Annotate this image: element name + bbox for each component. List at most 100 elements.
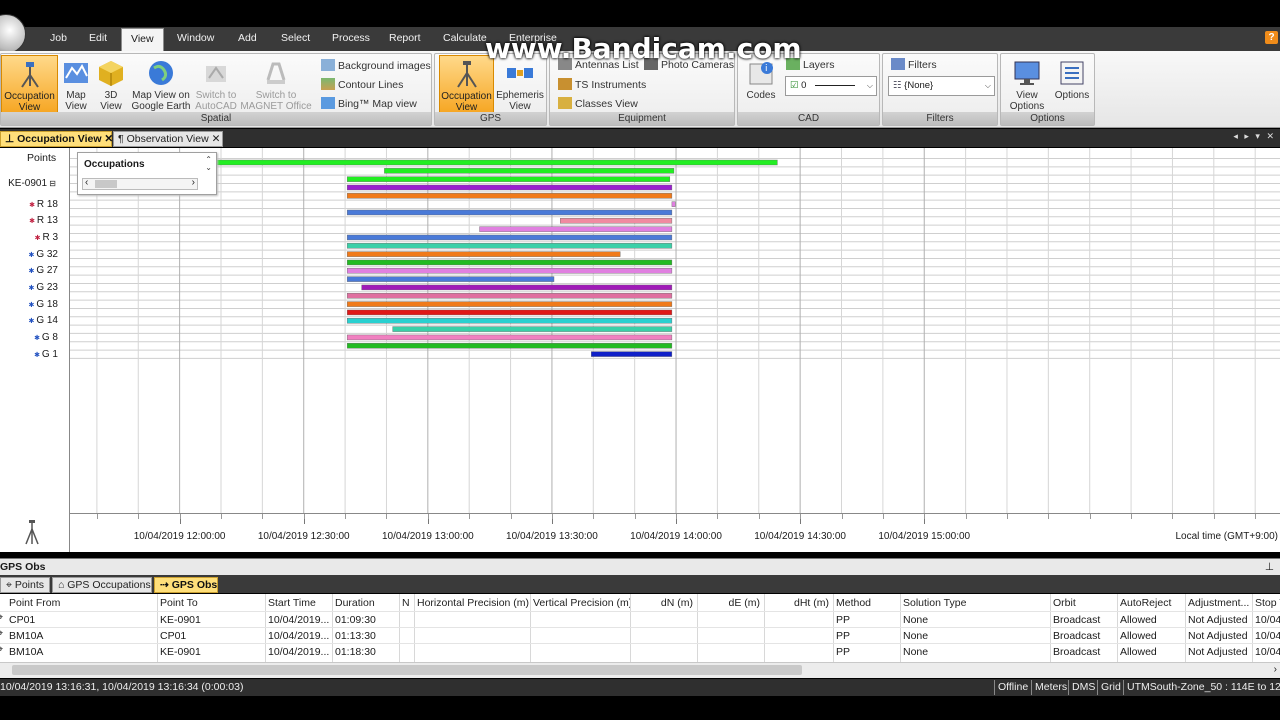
occupation-bar	[346, 259, 673, 266]
menu-job[interactable]: Job	[50, 32, 67, 44]
column-header[interactable]: dN (m)	[630, 595, 697, 611]
table-cell: 01:13:30	[335, 630, 376, 642]
layer-select[interactable]: ☑ 0 ⌵	[785, 76, 877, 96]
menu-window[interactable]: Window	[177, 32, 214, 44]
status-grid[interactable]: Grid	[1097, 680, 1121, 695]
column-header[interactable]: dE (m)	[697, 595, 764, 611]
column-header[interactable]: Method	[833, 595, 900, 611]
menu-view[interactable]: View	[121, 28, 164, 51]
bing-map-button[interactable]: Bing™ Map view	[321, 96, 417, 112]
menu-report[interactable]: Report	[389, 32, 421, 44]
background-images-button[interactable]: Background images	[321, 58, 431, 74]
chevron-right-icon[interactable]: ›	[1274, 664, 1277, 675]
menu-edit[interactable]: Edit	[89, 32, 107, 44]
ribbon-group-spatial: Occupation View Map View 3D View Map Vie…	[0, 53, 432, 126]
tab-gps-occupations[interactable]: ⌂ GPS Occupations	[52, 577, 152, 593]
filters-group-label: Filters	[883, 112, 997, 125]
menu-add[interactable]: Add	[238, 32, 257, 44]
close-icon[interactable]: ✕	[212, 133, 221, 145]
satellite-row-label[interactable]: ✱ G 14	[29, 315, 59, 326]
column-header[interactable]: Stop T	[1252, 595, 1280, 611]
collapse-icon[interactable]: ⊟	[47, 179, 56, 188]
menu-select[interactable]: Select	[281, 32, 310, 44]
occupation-chart-area	[0, 148, 1280, 513]
time-tick-label: 10/04/2019 15:00:00	[878, 531, 971, 542]
magnet-office-button[interactable]: Switch to MAGNET Office	[239, 55, 313, 114]
column-header[interactable]: Solution Type	[900, 595, 1050, 611]
autocad-button[interactable]: Switch to AutoCAD	[194, 55, 238, 114]
spatial-occupation-view-button[interactable]: Occupation View	[1, 55, 58, 114]
column-header[interactable]: AutoReject	[1117, 595, 1185, 611]
column-header[interactable]: Duration	[332, 595, 399, 611]
tab-occupation-view[interactable]: ⊥ Occupation View ✕	[0, 131, 113, 147]
menu-calculate[interactable]: Calculate	[443, 32, 487, 44]
status-angle[interactable]: DMS	[1068, 680, 1095, 695]
table-cell: 10/04	[1255, 614, 1280, 626]
legend-scroll-arrows[interactable]: ⌃ ⌄	[205, 156, 212, 172]
time-axis-panel: 10/04/2019 12:00:00 10/04/2019 12:30:00 10…	[70, 513, 1280, 552]
occupations-legend[interactable]: Occupations ⌃ ⌄ ‹ ›	[77, 152, 217, 195]
tab-strip-controls[interactable]: ◂ ▸ ▾ ✕	[1233, 131, 1276, 142]
column-header[interactable]: dHt (m)	[764, 595, 833, 611]
satellite-row-label[interactable]: ✱ G 18	[29, 299, 59, 310]
satellite-row-label[interactable]: ✱ G 27	[29, 265, 59, 276]
obs-panel-tabs: ⌖ Points ⌂ GPS Occupations ⇢ GPS Obs	[0, 575, 1280, 593]
3d-view-button[interactable]: 3D View	[94, 55, 128, 114]
status-projection[interactable]: UTMSouth-Zone_50 : 114E to 120E	[1123, 680, 1280, 695]
map-view-button[interactable]: Map View	[59, 55, 93, 114]
table-cell: Not Adjusted	[1188, 614, 1248, 626]
time-minor-tick	[469, 514, 471, 519]
column-header[interactable]: N	[399, 595, 414, 611]
spatial-occupation-view-label: Occupation View	[4, 91, 55, 113]
classes-view-button[interactable]: Classes View	[558, 96, 638, 112]
tab-gps-obs[interactable]: ⇢ GPS Obs	[154, 577, 218, 593]
status-units[interactable]: Meters	[1031, 680, 1067, 695]
tab-points[interactable]: ⌖ Points	[0, 577, 50, 593]
obs-row-icon: ⌖	[0, 644, 4, 654]
row-label-text: G 23	[36, 281, 58, 293]
time-minor-tick	[427, 514, 429, 519]
close-icon[interactable]: ✕	[104, 133, 113, 145]
column-header[interactable]: Vertical Precision (m)	[530, 595, 630, 611]
options-button[interactable]: Options	[1051, 55, 1093, 114]
occupation-bar	[392, 326, 673, 332]
satellite-row-label[interactable]: ✱ G 8	[34, 332, 58, 343]
legend-scroll-thumb[interactable]	[95, 180, 117, 188]
column-header[interactable]: Orbit	[1050, 595, 1117, 611]
column-header[interactable]: Start Time	[265, 595, 332, 611]
occupation-bar	[384, 168, 675, 174]
satellite-row-label[interactable]: ✱ R 13	[29, 215, 58, 226]
chevron-right-icon[interactable]: ›	[192, 177, 195, 188]
satellite-row-label[interactable]: ✱ G 1	[34, 349, 58, 360]
occupation-bar	[346, 243, 673, 249]
contour-lines-label: Contour Lines	[338, 79, 404, 91]
bing-map-label: Bing™ Map view	[338, 98, 417, 110]
contour-lines-button[interactable]: Contour Lines	[321, 77, 403, 93]
occupation-bar	[346, 301, 673, 307]
column-header[interactable]: Horizontal Precision (m)	[414, 595, 530, 611]
table-cell: 10/04/2019...	[268, 614, 330, 626]
column-header[interactable]: Point From	[6, 595, 157, 611]
satellite-row-label[interactable]: ✱ G 32	[29, 249, 59, 260]
point-row-label[interactable]: KE-0901 ⊟	[8, 178, 56, 189]
tab-observation-view[interactable]: ¶ Observation View ✕	[113, 131, 223, 147]
satellite-row-label[interactable]: ✱ R 18	[29, 199, 58, 210]
pin-icon[interactable]: ⊥	[1265, 559, 1274, 575]
filter-select[interactable]: ☷ {None} ⌵	[888, 76, 995, 96]
chevron-left-icon[interactable]: ‹	[85, 177, 88, 188]
filters-button[interactable]: Filters	[891, 57, 937, 73]
google-earth-button[interactable]: Map View on Google Earth	[129, 55, 193, 114]
satellite-row-label[interactable]: ✱ R 3	[35, 232, 58, 243]
points-axis-panel: Points KE-0901 ⊟ ✱ R 18 ✱ R 13 ✱ R 3 ✱ G 32 ✱…	[0, 148, 70, 552]
time-minor-tick	[303, 514, 305, 519]
legend-hscrollbar[interactable]: ‹ ›	[82, 177, 198, 190]
view-options-button[interactable]: View Options	[1004, 55, 1050, 114]
table-hscroll-thumb[interactable]	[12, 665, 802, 675]
satellite-row-label[interactable]: ✱ G 23	[29, 282, 59, 293]
menu-process[interactable]: Process	[332, 32, 370, 44]
column-header[interactable]: Point To	[157, 595, 265, 611]
column-header[interactable]: Adjustment...	[1185, 595, 1252, 611]
table-cell: 10/04	[1255, 646, 1280, 658]
help-icon[interactable]: ?	[1265, 31, 1278, 44]
ts-instruments-button[interactable]: TS Instruments	[558, 77, 646, 93]
